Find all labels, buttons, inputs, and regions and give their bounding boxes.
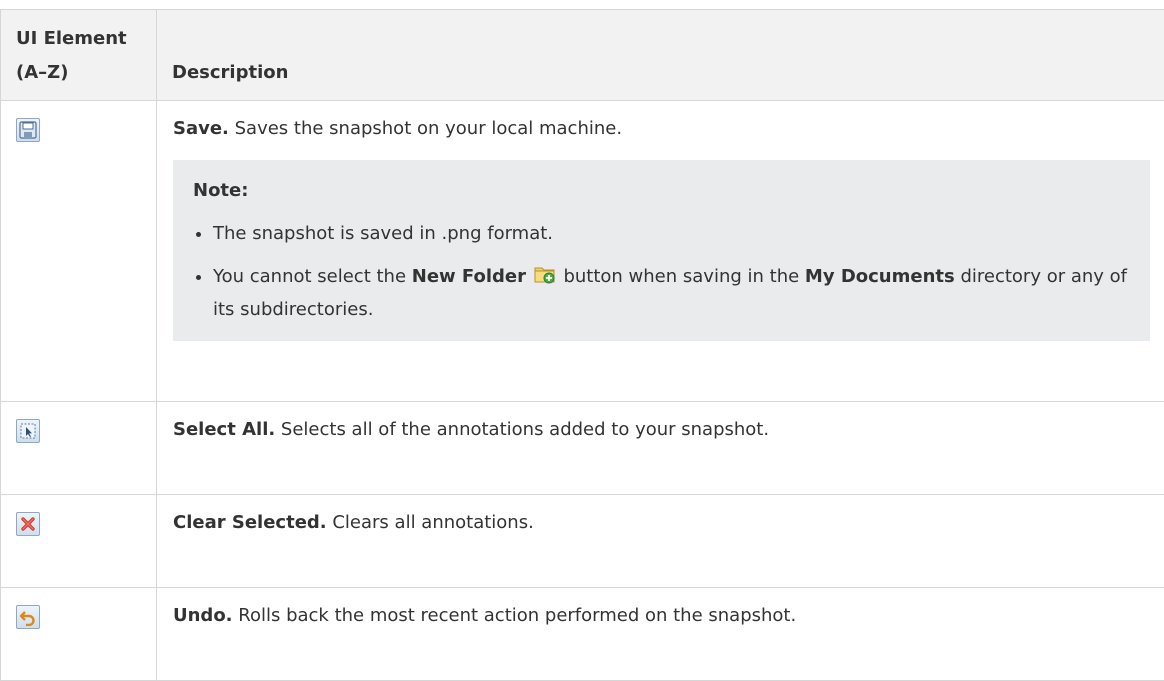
- row-description: Save. Saves the snapshot on your local m…: [173, 116, 1150, 142]
- description-cell: Save. Saves the snapshot on your local m…: [156, 100, 1164, 402]
- row-name: Undo.: [173, 605, 233, 626]
- header-description-label: Description: [172, 62, 289, 83]
- icon-cell: [0, 587, 157, 681]
- new-folder-label: New Folder: [411, 266, 526, 287]
- row-name: Save.: [173, 118, 229, 139]
- note-bullet-text: You cannot select the: [213, 266, 412, 287]
- header-ui-element: UI Element (A–Z): [0, 9, 157, 101]
- icon-cell: [0, 401, 157, 495]
- description-cell: Clear Selected. Clears all annotations.: [156, 494, 1164, 588]
- note-box: Note: The snapshot is saved in .png form…: [173, 160, 1150, 341]
- table-row: Clear Selected. Clears all annotations.: [0, 494, 1164, 588]
- row-text: Rolls back the most recent action perfor…: [232, 605, 797, 626]
- undo-icon: [16, 605, 40, 629]
- note-bullet-text: The snapshot is saved in .png format.: [213, 223, 554, 244]
- table-header-row: UI Element (A–Z) Description: [0, 9, 1164, 101]
- table-row: Save. Saves the snapshot on your local m…: [0, 100, 1164, 402]
- save-icon: [16, 118, 40, 142]
- list-item: You cannot select the New Folder button …: [213, 261, 1130, 325]
- row-name: Clear Selected.: [173, 512, 327, 533]
- list-item: The snapshot is saved in .png format.: [213, 218, 1130, 249]
- icon-cell: [0, 100, 157, 402]
- row-text: Clears all annotations.: [326, 512, 534, 533]
- ui-element-table: UI Element (A–Z) Description Save. Saves…: [0, 9, 1164, 681]
- new-folder-icon: [534, 263, 556, 294]
- table-row: Undo. Rolls back the most recent action …: [0, 587, 1164, 681]
- header-description: Description: [156, 9, 1164, 101]
- description-cell: Select All. Selects all of the annotatio…: [156, 401, 1164, 495]
- description-cell: Undo. Rolls back the most recent action …: [156, 587, 1164, 681]
- row-text: Saves the snapshot on your local machine…: [228, 118, 623, 139]
- row-name: Select All.: [173, 419, 276, 440]
- header-ui-element-label: UI Element (A–Z): [16, 28, 127, 83]
- icon-cell: [0, 494, 157, 588]
- row-text: Selects all of the annotations added to …: [275, 419, 770, 440]
- note-bullet-text: button when saving in the: [557, 266, 805, 287]
- select-all-icon: [16, 419, 40, 443]
- clear-selected-icon: [16, 512, 40, 536]
- note-title: Note:: [193, 180, 249, 201]
- my-documents-label: My Documents: [804, 266, 955, 287]
- table-row: Select All. Selects all of the annotatio…: [0, 401, 1164, 495]
- note-list: The snapshot is saved in .png format. Yo…: [193, 218, 1130, 325]
